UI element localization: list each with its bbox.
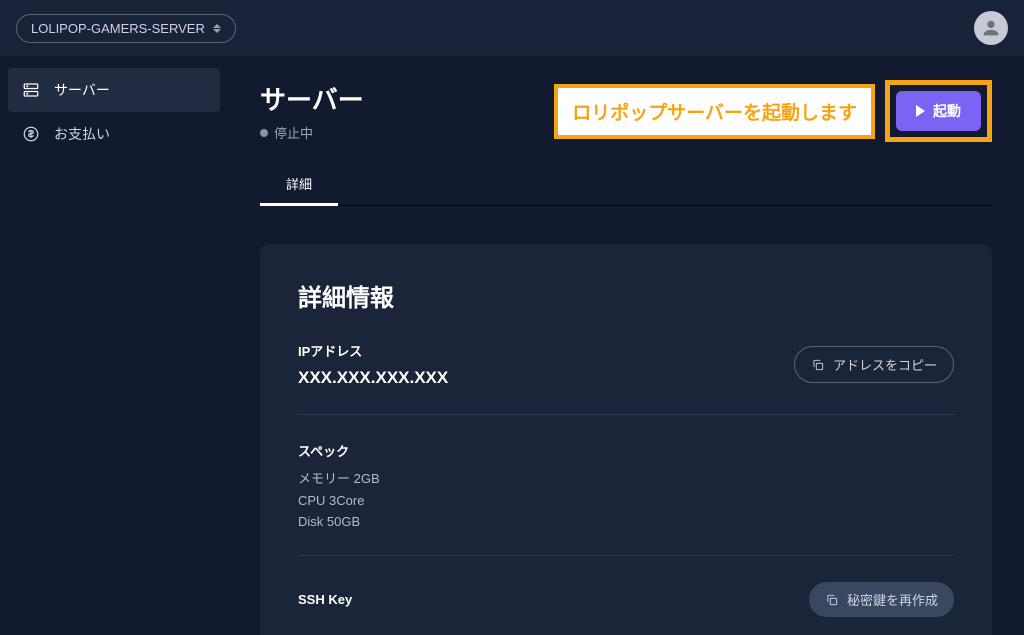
- account-avatar-button[interactable]: [974, 11, 1008, 45]
- sidebar-item-label: お支払い: [54, 124, 110, 144]
- server-selector-dropdown[interactable]: LOLIPOP-GAMERS-SERVER: [16, 14, 236, 43]
- copy-icon: [825, 593, 839, 607]
- ip-value: XXX.XXX.XXX.XXX: [298, 368, 448, 388]
- spec-row: スペック メモリー 2GB CPU 3Core Disk 50GB: [298, 441, 954, 556]
- sidebar-item-label: サーバー: [54, 80, 110, 100]
- spec-memory: メモリー 2GB: [298, 468, 380, 487]
- copy-icon: [811, 358, 825, 372]
- status-text: 停止中: [274, 123, 313, 142]
- server-icon: [22, 81, 40, 99]
- user-icon: [980, 17, 1002, 39]
- ssh-row: SSH Key 秘密鍵を再作成: [298, 582, 954, 623]
- start-callout: ロリポップサーバーを起動します: [554, 84, 875, 139]
- tab-details[interactable]: 詳細: [260, 164, 338, 206]
- copy-address-label: アドレスをコピー: [833, 355, 937, 374]
- sidebar-item-server[interactable]: サーバー: [8, 68, 220, 112]
- billing-icon: [22, 125, 40, 143]
- spec-disk: Disk 50GB: [298, 514, 380, 529]
- details-card: 詳細情報 IPアドレス XXX.XXX.XXX.XXX アドレスをコピー スペッ…: [260, 244, 992, 635]
- page-title: サーバー: [260, 80, 364, 117]
- start-server-button[interactable]: 起動: [896, 91, 981, 131]
- play-icon: [916, 105, 925, 117]
- sort-caret-icon: [213, 22, 221, 34]
- sidebar-item-billing[interactable]: お支払い: [8, 112, 220, 156]
- tab-label: 詳細: [286, 177, 312, 192]
- copy-address-button[interactable]: アドレスをコピー: [794, 346, 954, 383]
- ip-row: IPアドレス XXX.XXX.XXX.XXX アドレスをコピー: [298, 341, 954, 415]
- tabs: 詳細: [260, 164, 992, 206]
- ip-label: IPアドレス: [298, 341, 448, 360]
- server-status: 停止中: [260, 123, 364, 142]
- details-card-title: 詳細情報: [298, 278, 954, 313]
- start-highlight-frame: 起動: [885, 80, 992, 142]
- server-selector-label: LOLIPOP-GAMERS-SERVER: [31, 21, 205, 36]
- spec-label: スペック: [298, 441, 380, 460]
- ssh-label: SSH Key: [298, 592, 352, 607]
- main-content: サーバー 停止中 ロリポップサーバーを起動します 起動 詳細: [228, 56, 1024, 635]
- regenerate-ssh-button[interactable]: 秘密鍵を再作成: [809, 582, 954, 617]
- regenerate-ssh-label: 秘密鍵を再作成: [847, 590, 938, 609]
- status-dot-icon: [260, 129, 268, 137]
- spec-cpu: CPU 3Core: [298, 493, 380, 508]
- start-button-label: 起動: [933, 101, 961, 121]
- sidebar: サーバー お支払い: [0, 56, 228, 635]
